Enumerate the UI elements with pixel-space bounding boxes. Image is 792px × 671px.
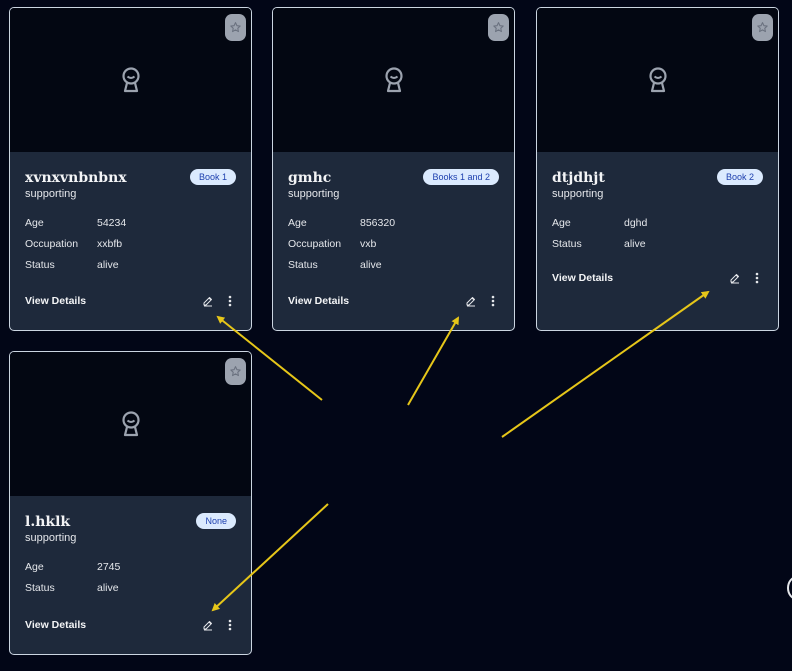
field-value: 54234 xyxy=(97,216,127,229)
character-role: supporting xyxy=(288,188,340,200)
card-footer: View Details xyxy=(552,270,763,286)
partial-circle-icon[interactable] xyxy=(787,576,792,600)
field-label: Status xyxy=(25,581,55,594)
star-icon xyxy=(230,366,241,377)
field-value: xxbfb xyxy=(97,237,123,250)
field-label: Age xyxy=(552,216,571,229)
character-image-area xyxy=(537,8,778,152)
character-placeholder-icon xyxy=(121,411,140,437)
book-badge: Book 1 xyxy=(189,169,236,185)
character-card[interactable]: dtjdhjt supporting Book 2 Age dghd Status… xyxy=(536,7,779,331)
pencil-icon[interactable] xyxy=(729,272,741,284)
character-placeholder-icon xyxy=(648,67,667,93)
character-fields: Age 54234 Occupation xxbfb Status alive xyxy=(25,212,236,275)
character-role: supporting xyxy=(25,188,77,200)
field-value: vxb xyxy=(360,237,377,250)
star-icon xyxy=(493,22,504,33)
favorite-star-button[interactable] xyxy=(225,14,246,41)
field-row: Occupation xxbfb xyxy=(25,233,236,254)
field-value: 2745 xyxy=(97,560,121,573)
field-row: Age 54234 xyxy=(25,212,236,233)
field-row: Status alive xyxy=(25,577,236,598)
character-role: supporting xyxy=(25,532,77,544)
book-badge: Books 1 and 2 xyxy=(423,169,499,185)
character-fields: Age dghd Status alive xyxy=(552,212,763,254)
view-details-link[interactable]: View Details xyxy=(552,272,613,284)
pencil-icon[interactable] xyxy=(202,295,214,307)
field-row: Age 2745 xyxy=(25,556,236,577)
annotation-arrow xyxy=(407,316,459,406)
character-image-area xyxy=(10,352,251,496)
field-label: Age xyxy=(25,216,44,229)
character-card[interactable]: xvnxvnbnbnx supporting Book 1 Age 54234 O… xyxy=(9,7,252,331)
field-row: Status alive xyxy=(552,233,763,254)
character-card[interactable]: gmhc supporting Books 1 and 2 Age 856320 … xyxy=(272,7,515,331)
book-badge: None xyxy=(196,513,236,529)
field-row: Status alive xyxy=(288,254,499,275)
favorite-star-button[interactable] xyxy=(752,14,773,41)
field-value: alive xyxy=(624,237,646,250)
field-value: dghd xyxy=(624,216,648,229)
view-details-link[interactable]: View Details xyxy=(25,619,86,631)
character-placeholder-icon xyxy=(121,67,140,93)
card-footer: View Details xyxy=(288,293,499,309)
field-label: Status xyxy=(552,237,582,250)
field-label: Occupation xyxy=(288,237,342,250)
kebab-menu-icon[interactable] xyxy=(755,272,759,284)
favorite-star-button[interactable] xyxy=(225,358,246,385)
favorite-star-button[interactable] xyxy=(488,14,509,41)
field-value: alive xyxy=(360,258,382,271)
field-row: Age dghd xyxy=(552,212,763,233)
field-label: Status xyxy=(288,258,318,271)
field-row: Occupation vxb xyxy=(288,233,499,254)
star-icon xyxy=(757,22,768,33)
character-image-area xyxy=(10,8,251,152)
star-icon xyxy=(230,22,241,33)
field-label: Occupation xyxy=(25,237,79,250)
kebab-menu-icon[interactable] xyxy=(228,619,232,631)
character-placeholder-icon xyxy=(384,67,403,93)
character-role: supporting xyxy=(552,188,604,200)
card-footer: View Details xyxy=(25,293,236,309)
pencil-icon[interactable] xyxy=(465,295,477,307)
view-details-link[interactable]: View Details xyxy=(288,295,349,307)
character-fields: Age 2745 Status alive xyxy=(25,556,236,598)
field-value: alive xyxy=(97,258,119,271)
field-value: alive xyxy=(97,581,119,594)
field-label: Age xyxy=(288,216,307,229)
book-badge: Book 2 xyxy=(716,169,763,185)
view-details-link[interactable]: View Details xyxy=(25,295,86,307)
field-label: Age xyxy=(25,560,44,573)
field-value: 856320 xyxy=(360,216,396,229)
character-image-area xyxy=(273,8,514,152)
field-row: Age 856320 xyxy=(288,212,499,233)
character-fields: Age 856320 Occupation vxb Status alive xyxy=(288,212,499,275)
field-label: Status xyxy=(25,258,55,271)
pencil-icon[interactable] xyxy=(202,619,214,631)
card-footer: View Details xyxy=(25,617,236,633)
character-card[interactable]: l.hklk supporting None Age 2745 Status ali… xyxy=(9,351,252,655)
kebab-menu-icon[interactable] xyxy=(491,295,495,307)
kebab-menu-icon[interactable] xyxy=(228,295,232,307)
field-row: Status alive xyxy=(25,254,236,275)
